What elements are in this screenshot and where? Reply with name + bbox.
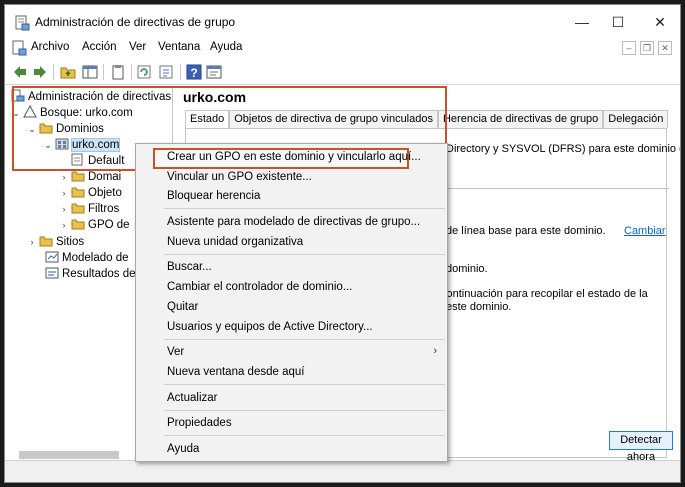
chevron-right-icon[interactable]: › (59, 169, 69, 185)
menu-bar: Archivo Acción Ver Ventana Ayuda – ❐ ✕ (5, 38, 680, 59)
status-bar (5, 460, 680, 482)
menu-ventana[interactable]: Ventana (158, 41, 200, 53)
document-icon[interactable] (11, 40, 27, 56)
tree-child-label: GPO de (88, 219, 130, 231)
chevron-right-icon[interactable]: › (59, 217, 69, 233)
window-title: Administración de directivas de grupo (35, 15, 236, 29)
tree-results-label: Resultados de (62, 268, 136, 280)
menu-new-ou[interactable]: Nueva unidad organizativa (167, 236, 303, 248)
gpmc-app-icon (15, 15, 30, 31)
domain-text: dominio. (446, 263, 488, 275)
menu-view[interactable]: Ver (167, 346, 184, 358)
toolbar: ? (5, 59, 680, 85)
tree-results[interactable]: Resultados de (43, 266, 136, 282)
tree-sites[interactable]: › Sitios (27, 234, 85, 250)
modeling-icon (45, 251, 59, 263)
menu-search[interactable]: Buscar... (167, 261, 212, 273)
app-window: Administración de directivas de grupo — … (4, 4, 681, 483)
menu-separator (164, 410, 445, 411)
mdi-controls: – ❐ ✕ (622, 41, 672, 55)
maximize-button[interactable]: ☐ (603, 11, 633, 33)
change-link[interactable]: Cambiar (624, 225, 666, 237)
baseline-text: de línea base para este dominio. (446, 225, 606, 237)
sites-icon (39, 236, 53, 247)
chevron-right-icon[interactable]: › (59, 201, 69, 217)
results-icon (45, 267, 59, 279)
svg-text:?: ? (190, 66, 197, 80)
clipboard-icon[interactable] (109, 63, 127, 81)
refresh-icon[interactable] (135, 63, 153, 81)
tree-modeling-label: Modelado de (62, 252, 129, 264)
tree-child-domain-controllers[interactable]: › Domai (59, 169, 122, 185)
tab-inheritance[interactable]: Herencia de directivas de grupo (437, 110, 604, 128)
tab-delegation[interactable]: Delegación (603, 110, 669, 128)
help-icon[interactable]: ? (185, 63, 203, 81)
menu-help[interactable]: Ayuda (167, 443, 199, 455)
up-folder-icon[interactable] (59, 63, 77, 81)
status-text-line: Directory y SYSVOL (DFRS) para este domi… (446, 143, 681, 155)
mdi-close-icon[interactable]: ✕ (658, 41, 672, 55)
chevron-right-icon[interactable]: › (27, 234, 37, 250)
chevron-right-icon[interactable]: › (59, 185, 69, 201)
scrollbar-thumb[interactable] (19, 451, 119, 459)
tree-child-gpo-objects[interactable]: › Objeto (59, 185, 122, 201)
menu-ayuda[interactable]: Ayuda (210, 41, 242, 53)
tree-sites-label: Sitios (56, 236, 85, 248)
tree-child-wmi-filters[interactable]: › Filtros (59, 201, 120, 217)
menu-archivo[interactable]: Archivo (31, 41, 69, 53)
status-info-frame (441, 129, 669, 189)
mdi-restore-icon[interactable]: ❐ (640, 41, 654, 55)
menu-new-window[interactable]: Nueva ventana desde aquí (167, 366, 304, 378)
menu-separator (164, 339, 445, 340)
tree-child-starter-gpos[interactable]: › GPO de (59, 217, 130, 233)
menu-refresh[interactable]: Actualizar (167, 392, 218, 404)
forward-arrow-icon[interactable] (31, 63, 49, 81)
menu-separator (164, 384, 445, 385)
menu-change-dc[interactable]: Cambiar el controlador de dominio... (167, 281, 352, 293)
menu-accion[interactable]: Acción (82, 41, 117, 53)
folder-icon (71, 187, 85, 198)
minimize-button[interactable]: — (567, 11, 597, 33)
menu-separator (164, 208, 445, 209)
folder-icon (71, 203, 85, 214)
menu-block-inheritance[interactable]: Bloquear herencia (167, 190, 260, 202)
show-hide-tree-icon[interactable] (81, 63, 99, 81)
collect-status-text: continuación para recopilar el estado de… (441, 288, 648, 300)
submenu-arrow-icon: › (433, 345, 437, 357)
menu-separator (164, 435, 445, 436)
tree-child-label: Objeto (88, 187, 122, 199)
folder-icon (71, 219, 85, 230)
context-menu: Crear un GPO en este dominio y vincularl… (135, 143, 448, 462)
collect-status-text-2: este dominio. (446, 301, 512, 313)
export-list-icon[interactable] (157, 63, 175, 81)
tree-child-label: Domai (88, 171, 122, 183)
menu-properties[interactable]: Propiedades (167, 417, 232, 429)
menu-ver[interactable]: Ver (129, 41, 146, 53)
menu-modeling-wizard[interactable]: Asistente para modelado de directivas de… (167, 216, 420, 228)
mdi-minimize-icon[interactable]: – (622, 41, 636, 55)
menu-separator (164, 254, 445, 255)
close-button[interactable]: ✕ (645, 11, 675, 33)
menu-link-existing-gpo[interactable]: Vincular un GPO existente... (167, 171, 312, 183)
menu-create-gpo-link[interactable]: Crear un GPO en este dominio y vincularl… (167, 151, 421, 163)
menu-remove[interactable]: Quitar (167, 301, 198, 313)
title-bar: Administración de directivas de grupo — … (5, 5, 680, 38)
properties-icon[interactable] (205, 63, 223, 81)
back-arrow-icon[interactable] (11, 63, 29, 81)
tree-child-label: Filtros (88, 203, 120, 215)
tree-modeling[interactable]: Modelado de (43, 250, 129, 266)
detect-now-button[interactable]: Detectar ahora (609, 431, 673, 463)
menu-ad-users-computers[interactable]: Usuarios y equipos de Active Directory..… (167, 321, 373, 333)
